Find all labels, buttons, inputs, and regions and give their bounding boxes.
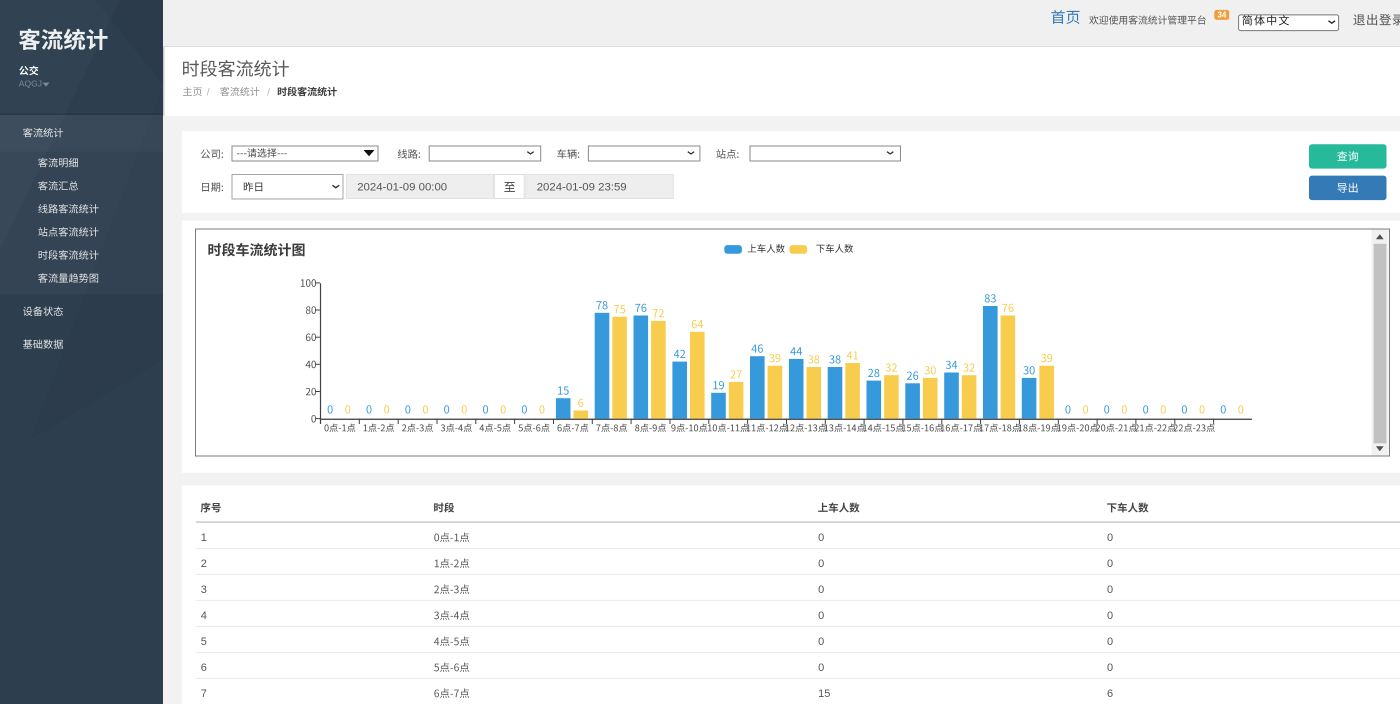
svg-text:0: 0 bbox=[1107, 610, 1113, 622]
svg-text:15: 15 bbox=[818, 688, 830, 700]
svg-text:34: 34 bbox=[1217, 11, 1226, 20]
svg-text:5: 5 bbox=[201, 636, 207, 648]
svg-text:6: 6 bbox=[201, 662, 207, 674]
svg-text:6: 6 bbox=[1107, 688, 1113, 700]
svg-text:0: 0 bbox=[1107, 532, 1113, 544]
svg-text:0: 0 bbox=[818, 584, 824, 596]
svg-text:2: 2 bbox=[201, 558, 207, 570]
svg-text:0: 0 bbox=[1107, 662, 1113, 674]
svg-text:0: 0 bbox=[818, 662, 824, 674]
svg-text:0: 0 bbox=[1107, 584, 1113, 596]
svg-text:0: 0 bbox=[1107, 636, 1113, 648]
svg-text:1: 1 bbox=[201, 532, 207, 544]
svg-text:2024-01-09 00:00: 2024-01-09 00:00 bbox=[357, 182, 447, 194]
svg-text:0: 0 bbox=[818, 636, 824, 648]
svg-text:7: 7 bbox=[201, 688, 207, 700]
svg-text:/: / bbox=[207, 87, 210, 98]
svg-text:0: 0 bbox=[818, 532, 824, 544]
svg-text:0: 0 bbox=[1107, 558, 1113, 570]
svg-text:2024-01-09 23:59: 2024-01-09 23:59 bbox=[537, 182, 627, 194]
svg-text:0: 0 bbox=[818, 558, 824, 570]
svg-text:/: / bbox=[267, 87, 270, 98]
svg-text:3: 3 bbox=[201, 584, 207, 596]
svg-text:AQGJ: AQGJ bbox=[19, 78, 42, 88]
svg-text:0: 0 bbox=[818, 610, 824, 622]
svg-text:4: 4 bbox=[201, 610, 207, 622]
